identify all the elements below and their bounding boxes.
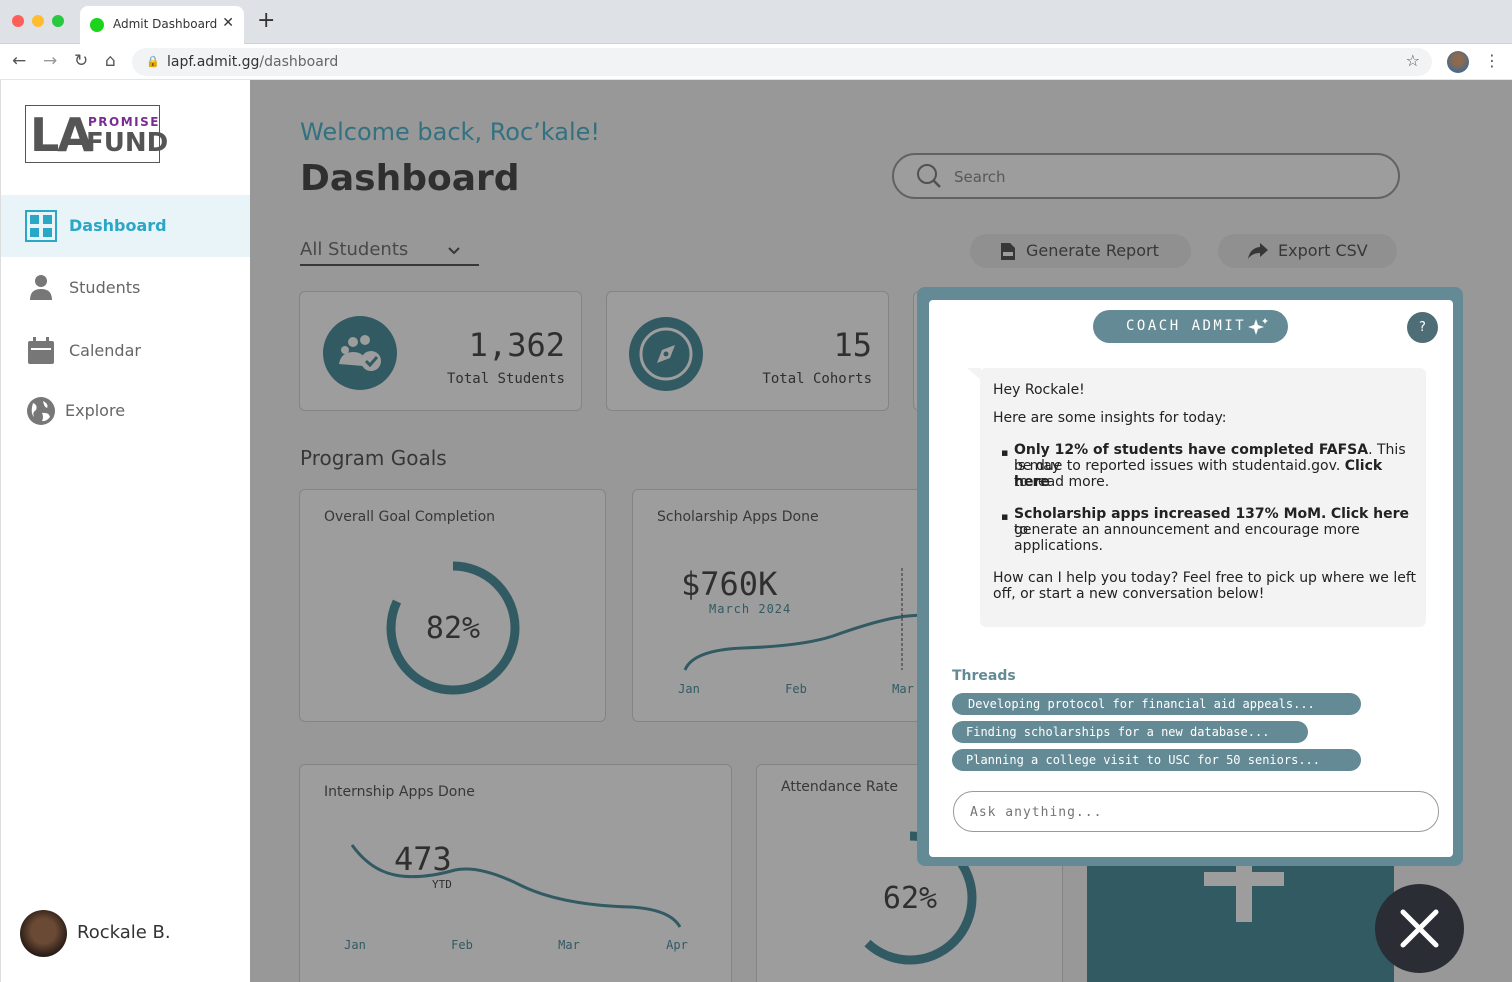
ask-bar[interactable] bbox=[953, 791, 1439, 832]
sparkle-icon bbox=[1248, 318, 1268, 335]
browser-toolbar: ← → ↻ ⌂ 🔒 lapf.admit.gg/dashboard ☆ ⋮ bbox=[0, 44, 1512, 80]
close-icon bbox=[1400, 909, 1439, 948]
thread-label: Planning a college visit to USC for 50 s… bbox=[966, 753, 1321, 767]
tab-close-icon[interactable]: ✕ bbox=[222, 15, 234, 31]
close-window-button[interactable] bbox=[12, 15, 24, 27]
coach-badge-label: COACH ADMIT bbox=[1126, 318, 1247, 334]
logo-promise: PROMISE bbox=[88, 115, 160, 129]
person-icon bbox=[30, 275, 52, 300]
thread-item[interactable]: Finding scholarships for a new database.… bbox=[952, 721, 1308, 743]
sidebar-item-students[interactable]: Students bbox=[1, 257, 250, 319]
ask-input[interactable] bbox=[970, 802, 1420, 822]
thread-label: Developing protocol for financial aid ap… bbox=[968, 697, 1315, 711]
bullet: ▪ bbox=[1001, 446, 1009, 459]
address-bar[interactable]: 🔒 lapf.admit.gg/dashboard ☆ bbox=[132, 48, 1432, 76]
sidebar: LA PROMISE FUND Dashboard Students Calen… bbox=[0, 80, 250, 982]
coach-closing-line-1: How can I help you today? Feel free to p… bbox=[993, 570, 1417, 586]
sidebar-item-label: Students bbox=[69, 278, 141, 297]
browser-profile-avatar[interactable] bbox=[1447, 51, 1469, 73]
logo-fund: FUND bbox=[86, 128, 169, 158]
tab-title: Admit Dashboard bbox=[113, 17, 218, 31]
sidebar-item-label: Dashboard bbox=[69, 216, 167, 235]
browser-menu-icon[interactable]: ⋮ bbox=[1484, 51, 1500, 70]
forward-icon[interactable]: → bbox=[43, 51, 57, 71]
threads-label: Threads bbox=[952, 668, 1016, 684]
reload-icon[interactable]: ↻ bbox=[74, 51, 88, 71]
grid-icon bbox=[25, 210, 57, 242]
insight-2-line-3: applications. bbox=[1014, 538, 1103, 554]
insight-2-link[interactable]: Click here bbox=[1331, 506, 1409, 522]
bubble-tail bbox=[967, 368, 981, 380]
back-icon[interactable]: ← bbox=[12, 51, 26, 71]
coach-intro: Here are some insights for today: bbox=[993, 410, 1227, 426]
calendar-icon bbox=[28, 337, 54, 364]
thread-item[interactable]: Planning a college visit to USC for 50 s… bbox=[952, 749, 1361, 771]
help-button[interactable]: ? bbox=[1407, 312, 1438, 343]
close-coach-button[interactable] bbox=[1375, 884, 1464, 973]
sidebar-item-label: Calendar bbox=[69, 341, 141, 360]
user-name: Rockale B. bbox=[77, 922, 171, 943]
sidebar-item-calendar[interactable]: Calendar bbox=[1, 320, 250, 382]
logo-la: LA bbox=[30, 108, 93, 162]
coach-message-bubble: Hey Rockale! Here are some insights for … bbox=[980, 368, 1426, 627]
insight-1-line-3: to read more. bbox=[1014, 474, 1110, 490]
url-text: lapf.admit.gg/dashboard bbox=[167, 54, 339, 70]
sidebar-item-explore[interactable]: Explore bbox=[1, 380, 250, 442]
coach-panel: COACH ADMIT ? Hey Rockale! Here are some… bbox=[929, 300, 1453, 857]
globe-icon bbox=[27, 397, 55, 425]
sidebar-item-dashboard[interactable]: Dashboard bbox=[1, 195, 250, 257]
avatar bbox=[20, 910, 67, 957]
coach-admit-badge: COACH ADMIT bbox=[1093, 310, 1288, 343]
coach-closing-line-2: off, or start a new conversation below! bbox=[993, 586, 1265, 602]
minimize-window-button[interactable] bbox=[32, 15, 44, 27]
favicon-icon bbox=[90, 18, 104, 32]
lock-icon: 🔒 bbox=[146, 55, 160, 68]
la-promise-fund-logo: LA PROMISE FUND bbox=[25, 105, 168, 163]
thread-item[interactable]: Developing protocol for financial aid ap… bbox=[952, 693, 1361, 715]
maximize-window-button[interactable] bbox=[52, 15, 64, 27]
home-icon[interactable]: ⌂ bbox=[105, 51, 116, 71]
sidebar-item-label: Explore bbox=[65, 401, 126, 420]
thread-label: Finding scholarships for a new database.… bbox=[966, 725, 1270, 739]
bookmark-star-icon[interactable]: ☆ bbox=[1406, 51, 1420, 70]
bullet: ▪ bbox=[1001, 510, 1009, 523]
new-tab-icon[interactable]: + bbox=[257, 10, 275, 32]
coach-greeting: Hey Rockale! bbox=[993, 382, 1085, 398]
browser-tab-strip: Admit Dashboard ✕ + bbox=[0, 0, 1512, 44]
browser-tab[interactable]: Admit Dashboard ✕ bbox=[80, 6, 244, 44]
insight-2-line-2: generate an announcement and encourage m… bbox=[1014, 522, 1360, 538]
